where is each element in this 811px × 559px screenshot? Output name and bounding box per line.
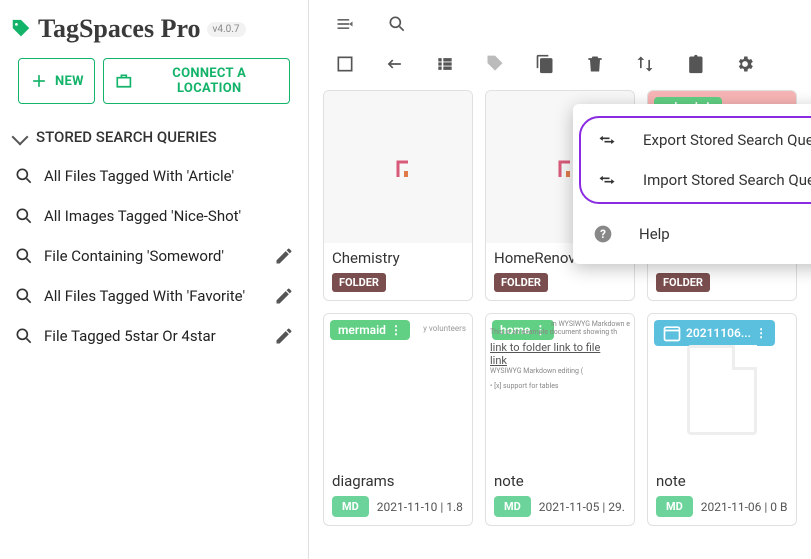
card-meta: 2021-11-06 | 0 B (701, 500, 788, 514)
chevron-down-icon (12, 129, 29, 146)
return-icon[interactable] (385, 54, 405, 74)
card-meta: 2021-11-05 | 29. (539, 500, 625, 514)
stored-queries-list: All Files Tagged With 'Article' All Imag… (8, 156, 300, 356)
card-title: note (494, 472, 626, 490)
svg-text:?: ? (600, 227, 606, 241)
edit-icon[interactable] (274, 286, 294, 306)
app-header: TagSpaces Pro v4.0.7 (8, 8, 300, 54)
card-thumbnail: 20211106... ⋮ (648, 314, 796, 466)
tag-menu-icon[interactable]: ⋮ (390, 324, 402, 336)
tag-icon[interactable] (485, 54, 505, 74)
search-icon (14, 326, 34, 346)
export-queries-item[interactable]: Export Stored Search Queries (581, 120, 811, 160)
card-title: Chemistry (332, 249, 464, 267)
tag-label: 20211106... (686, 326, 751, 340)
md-badge: MD (494, 496, 531, 517)
md-badge: MD (656, 496, 693, 517)
folder-badge: FOLDER (656, 273, 710, 292)
stored-queries-menu: Export Stored Search Queries Import Stor… (573, 104, 811, 264)
settings-icon[interactable] (735, 54, 755, 74)
edit-icon[interactable] (274, 326, 294, 346)
file-card[interactable]: 20211106... ⋮ note MD 2021-11-06 | 0 B (647, 313, 797, 526)
new-button-label: NEW (55, 74, 84, 89)
search-icon (14, 166, 34, 186)
stored-query-item[interactable]: All Files Tagged With 'Favorite' (8, 276, 300, 316)
connect-location-label: CONNECT A LOCATION (139, 66, 279, 96)
query-label: All Files Tagged With 'Article' (44, 167, 234, 185)
plus-icon (29, 71, 49, 91)
stored-queries-header[interactable]: STORED SEARCH QUERIES (8, 118, 300, 156)
folder-badge: FOLDER (332, 273, 386, 292)
toolbar (309, 44, 811, 86)
folder-card[interactable]: Chemistry FOLDER (323, 90, 473, 301)
app-brand: TagSpaces Pro (38, 14, 201, 44)
stored-query-item[interactable]: File Tagged 5star Or 4star (8, 316, 300, 356)
help-icon: ? (593, 224, 613, 244)
connect-location-button[interactable]: CONNECT A LOCATION (103, 58, 290, 104)
thumb-text: in WYSIWYG Markdown e This is an example… (486, 314, 634, 466)
menu-item-label: Help (639, 225, 670, 243)
clipboard-icon[interactable] (685, 54, 705, 74)
search-icon (14, 206, 34, 226)
briefcase-icon (114, 71, 134, 91)
import-queries-item[interactable]: Import Stored Search Queries (581, 160, 811, 200)
card-tag[interactable]: mermaid ⋮ (330, 320, 410, 340)
bookshelf-icon (388, 157, 408, 177)
pie-chart-icon (388, 380, 408, 400)
tag-label: mermaid (338, 323, 386, 337)
stored-query-item[interactable]: All Images Tagged 'Nice-Shot' (8, 196, 300, 236)
stored-query-item[interactable]: All Files Tagged With 'Article' (8, 156, 300, 196)
toggle-drawer-icon[interactable] (335, 14, 355, 34)
checkbox-icon[interactable] (335, 54, 355, 74)
list-view-icon[interactable] (435, 54, 455, 74)
file-placeholder-icon (687, 345, 757, 435)
query-label: All Files Tagged With 'Favorite' (44, 287, 245, 305)
md-badge: MD (332, 496, 369, 517)
calendar-icon (662, 323, 682, 343)
menu-item-label: Import Stored Search Queries (643, 171, 811, 189)
search-icon[interactable] (387, 14, 407, 34)
query-label: File Tagged 5star Or 4star (44, 327, 216, 345)
query-label: File Containing 'Someword' (44, 247, 224, 265)
file-card[interactable]: mermaid ⋮ y volunteers diagrams MD 2021-11… (323, 313, 473, 526)
card-thumbnail: mermaid ⋮ y volunteers (324, 314, 472, 466)
swap-horiz-icon (597, 130, 617, 150)
card-tag[interactable]: 20211106... ⋮ (654, 320, 775, 346)
swap-horiz-icon (597, 170, 617, 190)
app-version: v4.0.7 (207, 22, 246, 37)
card-title: note (656, 472, 788, 490)
copy-icon[interactable] (535, 54, 555, 74)
card-thumbnail: home⋮ in WYSIWYG Markdown e This is an e… (486, 314, 634, 466)
top-bar (309, 0, 811, 44)
stored-query-item[interactable]: File Containing 'Someword' (8, 236, 300, 276)
tag-menu-icon[interactable]: ⋮ (755, 327, 767, 339)
card-thumbnail (324, 91, 472, 243)
sidebar: TagSpaces Pro v4.0.7 NEW CONNECT A LOCAT… (0, 0, 309, 559)
sort-icon[interactable] (635, 54, 655, 74)
edit-icon[interactable] (274, 246, 294, 266)
new-button[interactable]: NEW (18, 58, 95, 104)
folder-badge: FOLDER (494, 273, 548, 292)
file-card[interactable]: home⋮ in WYSIWYG Markdown e This is an e… (485, 313, 635, 526)
card-meta: 2021-11-10 | 1.8 (377, 500, 463, 514)
query-label: All Images Tagged 'Nice-Shot' (44, 207, 241, 225)
help-item[interactable]: ? Help (573, 210, 811, 258)
app-logo-icon (10, 18, 32, 40)
main-area: Chemistry FOLDER HomeRenovation FOLDER s… (309, 0, 811, 559)
card-title: diagrams (332, 472, 464, 490)
section-title: STORED SEARCH QUERIES (36, 128, 217, 146)
search-icon (14, 246, 34, 266)
header-actions: NEW CONNECT A LOCATION (8, 54, 300, 118)
menu-item-label: Export Stored Search Queries (643, 131, 811, 149)
bookshelf-icon (550, 157, 570, 177)
search-icon (14, 286, 34, 306)
delete-icon[interactable] (585, 54, 605, 74)
highlighted-menu-group: Export Stored Search Queries Import Stor… (579, 116, 811, 204)
thumb-text: y volunteers (423, 324, 466, 333)
